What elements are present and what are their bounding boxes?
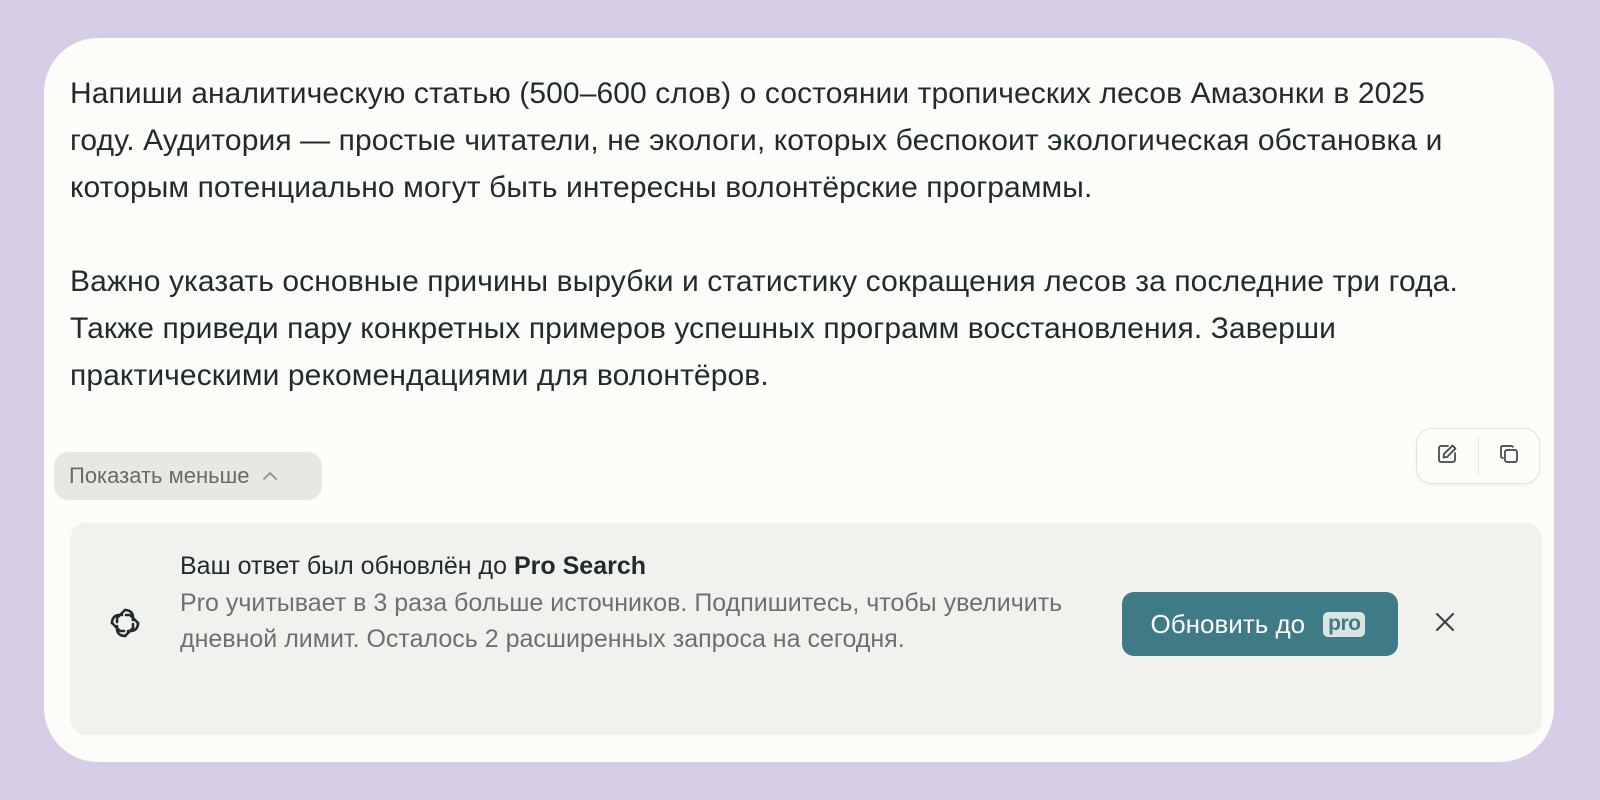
edit-icon [1435, 442, 1459, 471]
copy-icon [1497, 442, 1521, 471]
query-paragraph: Важно указать основные причины вырубки и… [70, 265, 1458, 392]
chevron-up-icon [262, 471, 278, 481]
message-card: Напиши аналитическую статью (500–600 сло… [44, 38, 1554, 762]
banner-title: Ваш ответ был обновлён до Pro Search [180, 547, 646, 585]
show-less-button[interactable]: Показать меньше [54, 452, 322, 500]
edit-button[interactable] [1417, 429, 1478, 483]
query-paragraph: Напиши аналитическую статью (500–600 сло… [70, 77, 1443, 204]
banner-title-prefix: Ваш ответ был обновлён до [180, 552, 514, 580]
pro-badge: pro [1323, 611, 1366, 637]
show-less-label: Показать меньше [69, 463, 250, 488]
close-icon [1434, 611, 1456, 638]
message-actions [1416, 428, 1540, 484]
close-button[interactable] [1428, 607, 1462, 641]
upgrade-button[interactable]: Обновить до pro [1122, 592, 1398, 656]
perplexity-logo-icon [104, 602, 146, 644]
upgrade-button-label: Обновить до [1150, 608, 1306, 639]
banner-title-emphasis: Pro Search [514, 552, 647, 580]
banner-description: Pro учитывает в 3 раза больше источников… [180, 589, 1063, 653]
pro-search-banner: Ваш ответ был обновлён до Pro Search Pro… [70, 523, 1542, 735]
copy-button[interactable] [1478, 429, 1539, 483]
user-query: Напиши аналитическую статью (500–600 сло… [70, 70, 1470, 399]
